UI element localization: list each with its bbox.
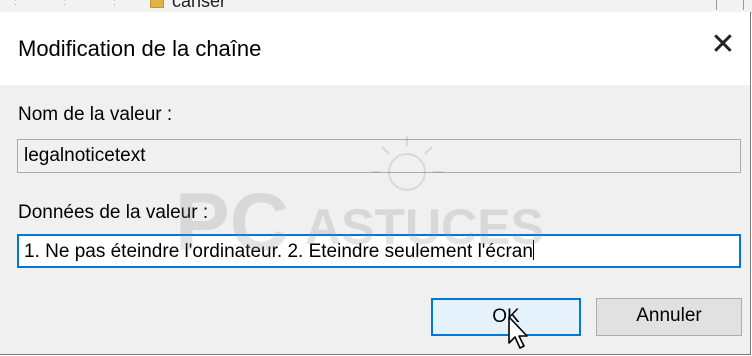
folder-icon <box>150 0 164 8</box>
background-fragment-text: cahser <box>172 0 227 11</box>
background-scroll-button <box>716 0 744 10</box>
dialog-titlebar: Modification de la chaîne ✕ <box>0 12 750 85</box>
edit-string-dialog: Modification de la chaîne ✕ Nom de la va… <box>0 12 751 355</box>
value-data-field[interactable]: 1. Ne pas éteindre l'ordinateur. 2. Etei… <box>17 234 741 268</box>
text-caret <box>532 240 534 260</box>
value-name-field[interactable]: legalnoticetext <box>17 139 741 173</box>
ok-button[interactable]: OK <box>431 298 581 336</box>
mouse-cursor-icon <box>508 316 528 349</box>
close-icon[interactable]: ✕ <box>708 30 738 60</box>
value-data-text: 1. Ne pas éteindre l'ordinateur. 2. Etei… <box>24 241 533 262</box>
value-name-label: Nom de la valeur : <box>18 104 173 125</box>
cancel-button[interactable]: Annuler <box>596 298 742 336</box>
value-data-label: Données de la valeur : <box>18 202 209 223</box>
dialog-title: Modification de la chaîne <box>18 36 262 61</box>
tree-guides: : : : <box>14 0 138 8</box>
